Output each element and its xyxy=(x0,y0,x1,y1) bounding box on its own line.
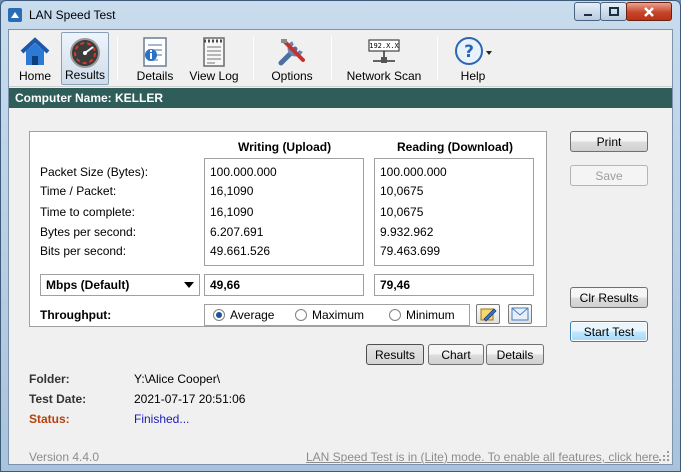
title-bar[interactable]: LAN Speed Test xyxy=(1,1,680,29)
envelope-icon xyxy=(511,307,529,321)
toolbar-options[interactable]: Options xyxy=(263,32,321,85)
network-scan-badge: 192.X.X xyxy=(369,42,399,50)
toolbar-details-label: Details xyxy=(136,69,174,83)
maximize-icon xyxy=(608,6,619,16)
download-packet-size: 100.000.000 xyxy=(380,165,447,179)
unit-select-value: Mbps (Default) xyxy=(46,278,130,292)
app-logo-icon xyxy=(8,8,22,22)
view-results-button[interactable]: Results xyxy=(366,344,424,365)
gauge-icon xyxy=(70,38,100,68)
radio-selected-icon xyxy=(213,309,225,321)
computer-name-bar: Computer Name: KELLER xyxy=(9,88,672,108)
toolbar: Home Results Details View Log Options 19… xyxy=(9,30,672,87)
row-label-bits-per-second: Bits per second: xyxy=(40,244,127,258)
status-value: Finished... xyxy=(134,412,190,426)
download-mbps-field: 79,46 xyxy=(374,274,534,296)
toolbar-separator xyxy=(253,36,254,80)
toolbar-help-label: Help xyxy=(460,69,486,83)
upload-time-to-complete: 16,1090 xyxy=(210,205,254,219)
view-details-button[interactable]: Details xyxy=(486,344,544,365)
email-results-button[interactable] xyxy=(508,304,532,324)
download-bytes-per-second: 9.932.962 xyxy=(380,225,434,239)
upload-time-per-packet: 16,1090 xyxy=(210,184,254,198)
test-date-label: Test Date: xyxy=(29,392,87,406)
toolbar-options-label: Options xyxy=(271,69,313,83)
print-button[interactable]: Print xyxy=(570,131,648,152)
svg-text:?: ? xyxy=(464,42,474,62)
upload-bytes-per-second: 6.207.691 xyxy=(210,225,264,239)
view-chart-button[interactable]: Chart xyxy=(428,344,484,365)
toolbar-view-log[interactable]: View Log xyxy=(185,32,243,85)
toolbar-home[interactable]: Home xyxy=(11,32,59,85)
network-icon xyxy=(368,39,400,63)
download-bits-per-second: 79.463.699 xyxy=(380,244,441,258)
toolbar-separator xyxy=(437,36,438,80)
app-window: LAN Speed Test Home Results Details View… xyxy=(0,0,681,472)
upload-bits-per-second: 49.661.526 xyxy=(210,244,271,258)
radio-unselected-icon xyxy=(295,309,307,321)
chevron-down-icon xyxy=(184,282,194,288)
details-icon xyxy=(143,37,167,67)
version-text: Version 4.4.0 xyxy=(29,450,100,464)
upload-column-header: Writing (Upload) xyxy=(238,140,332,154)
download-column-header: Reading (Download) xyxy=(397,140,513,154)
upload-values-box: 100.000.000 16,1090 16,1090 6.207.691 49… xyxy=(204,158,364,266)
row-label-time-per-packet: Time / Packet: xyxy=(40,184,117,198)
lite-mode-link[interactable]: LAN Speed Test is in (Lite) mode. To ena… xyxy=(306,450,659,464)
folder-value: Y:\Alice Cooper\ xyxy=(134,372,221,386)
resize-grip-icon[interactable] xyxy=(658,450,670,462)
close-icon xyxy=(644,6,654,17)
radio-unselected-icon xyxy=(389,309,401,321)
minimize-icon xyxy=(583,13,592,16)
home-icon xyxy=(20,37,50,65)
toolbar-separator xyxy=(117,36,118,80)
test-date-value: 2021-07-17 20:51:06 xyxy=(134,392,246,406)
upload-mbps-field: 49,66 xyxy=(204,274,364,296)
throughput-maximum-radio[interactable]: Maximum xyxy=(295,308,364,322)
minimize-button[interactable] xyxy=(574,2,601,21)
save-button[interactable]: Save xyxy=(570,165,648,186)
results-panel: Writing (Upload) Reading (Download) Pack… xyxy=(29,131,547,327)
throughput-minimum-radio[interactable]: Minimum xyxy=(389,308,455,322)
toolbar-results-label: Results xyxy=(64,68,105,82)
close-button[interactable] xyxy=(626,2,672,21)
start-test-button[interactable]: Start Test xyxy=(570,321,648,342)
toolbar-network-scan-label: Network Scan xyxy=(346,69,422,83)
throughput-label: Throughput: xyxy=(40,308,112,322)
throughput-radio-group: Average Maximum Minimum xyxy=(204,304,470,326)
folder-label: Folder: xyxy=(29,372,70,386)
toolbar-view-log-label: View Log xyxy=(189,69,239,83)
help-icon: ? xyxy=(455,37,492,65)
toolbar-separator xyxy=(331,36,332,80)
client-area: Home Results Details View Log Options 19… xyxy=(8,29,673,465)
toolbar-network-scan[interactable]: 192.X.X Network Scan xyxy=(343,32,425,85)
download-time-per-packet: 10,0675 xyxy=(380,184,424,198)
download-values-box: 100.000.000 10,0675 10,0675 9.932.962 79… xyxy=(374,158,534,266)
window-title: LAN Speed Test xyxy=(29,8,116,22)
toolbar-results[interactable]: Results xyxy=(61,32,109,85)
row-label-packet-size: Packet Size (Bytes): xyxy=(40,165,149,179)
clr-results-button[interactable]: Clr Results xyxy=(570,287,648,308)
toolbar-details[interactable]: Details xyxy=(129,32,181,85)
maximize-button[interactable] xyxy=(600,2,627,21)
throughput-average-label: Average xyxy=(230,308,275,322)
log-icon xyxy=(203,37,225,67)
row-label-bytes-per-second: Bytes per second: xyxy=(40,225,137,239)
row-label-time-to-complete: Time to complete: xyxy=(40,205,135,219)
toolbar-help[interactable]: ? Help xyxy=(449,32,497,85)
unit-select[interactable]: Mbps (Default) xyxy=(40,274,200,296)
tools-icon xyxy=(278,39,305,66)
download-time-to-complete: 10,0675 xyxy=(380,205,424,219)
edit-note-button[interactable] xyxy=(476,304,500,324)
throughput-maximum-label: Maximum xyxy=(312,308,365,322)
toolbar-home-label: Home xyxy=(18,69,51,83)
throughput-average-radio[interactable]: Average xyxy=(213,308,274,322)
pencil-icon xyxy=(480,308,497,322)
status-label: Status: xyxy=(29,412,70,426)
throughput-minimum-label: Minimum xyxy=(406,308,455,322)
upload-packet-size: 100.000.000 xyxy=(210,165,277,179)
